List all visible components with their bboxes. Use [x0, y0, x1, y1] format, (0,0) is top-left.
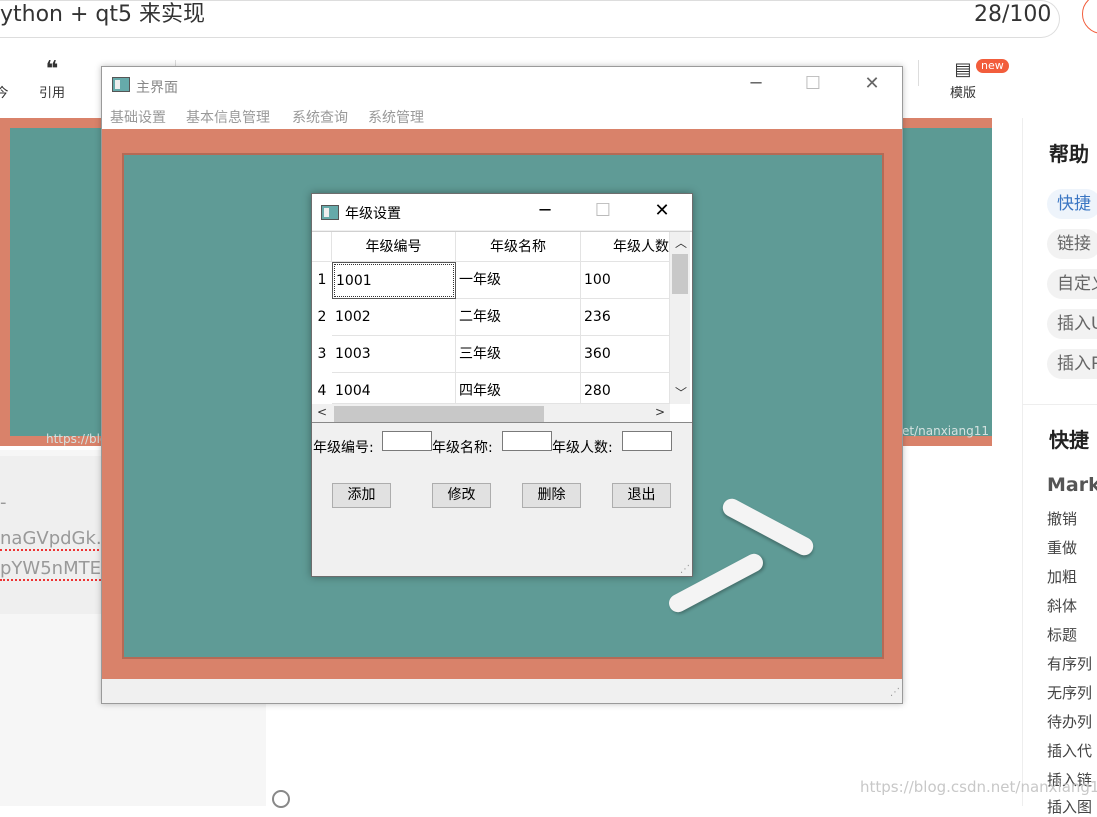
dialog-maximize-button[interactable]: ☐	[583, 200, 623, 221]
new-badge: new	[976, 59, 1009, 73]
left-text: pYW5nMTE	[0, 558, 101, 581]
shortcut-item: 标题	[1047, 626, 1078, 644]
title-char-count: 28/100	[974, 2, 1052, 27]
quote-icon: ❝	[45, 57, 59, 82]
scroll-left-icon[interactable]: <	[317, 405, 327, 419]
status-bar: ⋰	[102, 679, 902, 703]
cell-grade-id[interactable]: 1002	[332, 299, 456, 336]
dialog-window-icon	[321, 205, 339, 220]
shortcut-item: 斜体	[1047, 597, 1078, 615]
shortcut-title: 快捷	[1049, 428, 1089, 452]
markdown-label: Marko	[1047, 474, 1097, 496]
grade-id-label: 年级编号:	[313, 440, 374, 456]
help-chip[interactable]: 快捷	[1047, 189, 1097, 219]
help-chip[interactable]: 插入U	[1047, 309, 1097, 339]
resize-grip-icon[interactable]: ⋰	[890, 687, 900, 698]
quote-label: 引用	[38, 86, 65, 101]
menu-basic-info[interactable]: 基本信息管理	[186, 107, 270, 127]
panel-divider	[1022, 404, 1097, 405]
menu-basic-settings[interactable]: 基础设置	[110, 107, 166, 127]
shortcut-item: 插入代	[1047, 742, 1093, 760]
image-watermark: https://blo	[46, 432, 108, 446]
main-menubar: 基础设置 基本信息管理 系统查询 系统管理	[102, 103, 902, 129]
row-number[interactable]: 4	[312, 383, 332, 399]
edit-button[interactable]: 修改	[432, 483, 491, 508]
help-title: 帮助	[1049, 142, 1089, 166]
image-watermark: et/nanxiang11	[902, 424, 989, 438]
shortcut-item: 无序列	[1047, 684, 1093, 702]
cell-grade-count[interactable]: 100	[581, 262, 670, 299]
article-title-bar: ython + qt5 来实现 28/100	[0, 0, 1060, 38]
help-panel: 帮助 快捷 链接 自定义 插入U 插入P 快捷 Marko 撤销 重做 加粗 斜…	[1022, 118, 1097, 816]
dialog-resize-grip-icon[interactable]: ⋰	[680, 564, 690, 575]
dialog-close-button[interactable]: ✕	[642, 200, 682, 221]
shortcut-item: 有序列	[1047, 655, 1093, 673]
cell-grade-count[interactable]: 360	[581, 336, 670, 373]
maximize-button[interactable]: ☐	[793, 73, 833, 94]
cell-grade-count[interactable]: 236	[581, 299, 670, 336]
toolbar-divider	[918, 60, 919, 86]
cell-grade-id[interactable]: 1003	[332, 336, 456, 373]
cell-grade-id[interactable]: 1004	[332, 373, 456, 404]
help-chip[interactable]: 插入P	[1047, 349, 1097, 379]
shortcut-item: 加粗	[1047, 568, 1078, 586]
header-grade-name[interactable]: 年级名称	[456, 232, 581, 262]
grade-name-input[interactable]	[502, 431, 552, 451]
exit-button[interactable]: 退出	[612, 483, 671, 508]
grade-count-input[interactable]	[622, 431, 672, 451]
left-text: naGVpdGk.s	[0, 528, 112, 551]
grade-settings-dialog: 年级设置 ─ ☐ ✕ 年级编号 年级名称 年级人数 1 1001 一年级 100…	[311, 193, 693, 577]
toolbar-item-partial[interactable]: 今	[0, 58, 22, 101]
template-label: 模版	[949, 86, 976, 101]
cell-grade-name[interactable]: 三年级	[456, 336, 581, 373]
grade-table[interactable]: 年级编号 年级名称 年级人数 1 1001 一年级 100 2 1002 二年级…	[312, 231, 692, 423]
close-button[interactable]: ✕	[852, 73, 892, 94]
row-number[interactable]: 1	[312, 272, 332, 288]
grade-id-input[interactable]	[382, 431, 432, 451]
header-grade-id[interactable]: 年级编号	[332, 232, 456, 262]
delete-button[interactable]: 删除	[522, 483, 581, 508]
shortcut-item: 待办列	[1047, 713, 1093, 731]
shortcut-item: 撤销	[1047, 510, 1078, 528]
dialog-titlebar[interactable]: 年级设置 ─ ☐ ✕	[312, 194, 692, 230]
toolbar-item-quote[interactable]: ❝ 引用	[32, 57, 72, 102]
csdn-watermark: https://blog.csdn.net/nanxiang11	[860, 778, 1097, 796]
shortcut-item: 插入图	[1047, 798, 1093, 816]
grade-name-label: 年级名称:	[432, 440, 493, 456]
partial-icon	[0, 58, 22, 82]
menu-system-query[interactable]: 系统查询	[292, 107, 348, 127]
grade-count-label: 年级人数:	[552, 440, 613, 456]
add-button[interactable]: 添加	[332, 483, 391, 508]
left-text: -	[0, 492, 7, 513]
dialog-minimize-button[interactable]: ─	[525, 200, 565, 221]
cell-grade-count[interactable]: 280	[581, 373, 670, 404]
header-grade-count[interactable]: 年级人数	[581, 232, 670, 262]
cell-grade-name[interactable]: 四年级	[456, 373, 581, 404]
cell-grade-id[interactable]: 1001	[332, 262, 456, 299]
publish-button[interactable]	[1082, 0, 1097, 34]
crosshair-icon[interactable]	[272, 790, 290, 808]
cell-grade-name[interactable]: 二年级	[456, 299, 581, 336]
scroll-right-icon[interactable]: >	[655, 405, 665, 419]
main-window-titlebar[interactable]: 主界面 ─ ☐ ✕	[102, 67, 902, 103]
row-number[interactable]: 2	[312, 309, 332, 325]
shortcut-item: 重做	[1047, 539, 1078, 557]
dialog-title: 年级设置	[345, 206, 401, 222]
minimize-button[interactable]: ─	[736, 73, 776, 94]
row-number[interactable]: 3	[312, 346, 332, 362]
help-chip[interactable]: 链接	[1047, 229, 1097, 259]
partial-label: 今	[0, 86, 9, 101]
main-window-title: 主界面	[136, 80, 178, 96]
horizontal-scroll-thumb[interactable]	[334, 406, 544, 422]
app-window-icon	[112, 77, 130, 92]
menu-system-management[interactable]: 系统管理	[368, 107, 424, 127]
scroll-down-icon[interactable]: ﹀	[675, 384, 687, 401]
left-text-block: - naGVpdGk.s pYW5nMTE	[0, 456, 112, 614]
help-chip[interactable]: 自定义	[1047, 269, 1097, 299]
cell-grade-name[interactable]: 一年级	[456, 262, 581, 299]
table-corner	[312, 232, 332, 262]
article-title-input[interactable]: ython + qt5 来实现	[0, 1, 205, 29]
vertical-scroll-thumb[interactable]	[672, 254, 688, 294]
scroll-up-icon[interactable]: ︿	[675, 234, 687, 251]
